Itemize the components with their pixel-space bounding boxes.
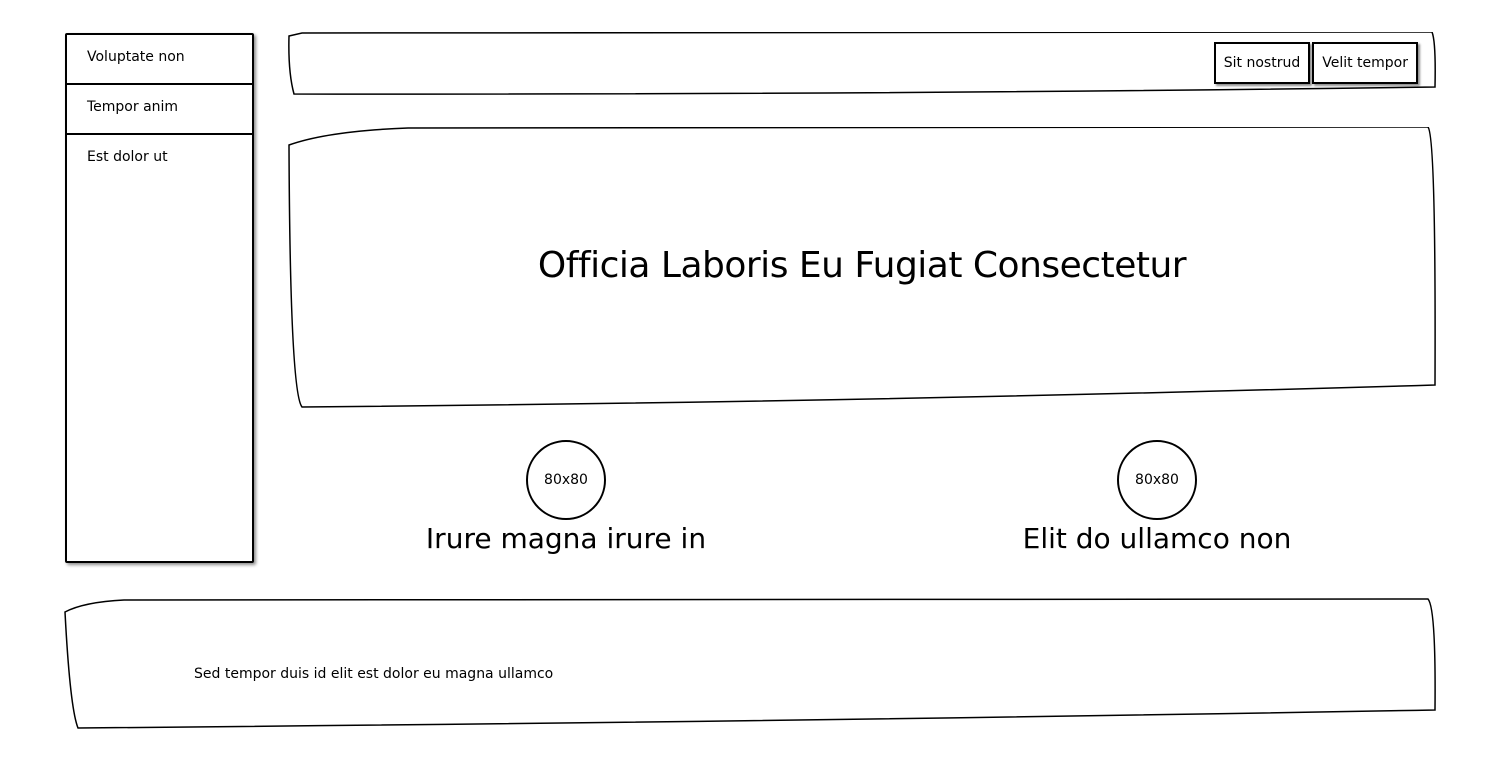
sidebar-item-tempor-anim[interactable]: Tempor anim [67, 85, 252, 135]
sidebar-item-voluptate-non[interactable]: Voluptate non [67, 35, 252, 85]
feature-title: Elit do ullamco non [1022, 522, 1292, 555]
button-label: Velit tempor [1322, 55, 1408, 71]
footer-outline [64, 598, 1436, 729]
header-bar: Sit nostrud Velit tempor [288, 32, 1436, 95]
button-label: Sit nostrud [1223, 55, 1301, 71]
image-placeholder-label: 80x80 [544, 472, 588, 488]
sidebar-item-label: Est dolor ut [87, 149, 168, 165]
feature-card: 80x80 Irure magna irure in [366, 440, 766, 555]
page: Voluptate non Tempor anim Est dolor ut S… [0, 0, 1500, 762]
feature-card: 80x80 Elit do ullamco non [957, 440, 1357, 555]
sidebar-item-est-dolor-ut[interactable]: Est dolor ut [67, 135, 252, 185]
sidebar: Voluptate non Tempor anim Est dolor ut [65, 33, 254, 563]
image-placeholder-label: 80x80 [1135, 472, 1179, 488]
sidebar-item-label: Voluptate non [87, 49, 185, 65]
header-button-group: Sit nostrud Velit tempor [1213, 42, 1418, 84]
hero-title: Officia Laboris Eu Fugiat Consectetur [537, 245, 1187, 286]
footer-text: Sed tempor duis id elit est dolor eu mag… [194, 666, 554, 682]
image-placeholder: 80x80 [1117, 440, 1197, 520]
sit-nostrud-button[interactable]: Sit nostrud [1213, 42, 1311, 84]
image-placeholder: 80x80 [526, 440, 606, 520]
footer: Sed tempor duis id elit est dolor eu mag… [64, 598, 1436, 730]
sidebar-item-label: Tempor anim [87, 99, 179, 115]
hero-section: Officia Laboris Eu Fugiat Consectetur [288, 127, 1436, 409]
velit-tempor-button[interactable]: Velit tempor [1312, 42, 1418, 84]
feature-title: Irure magna irure in [425, 522, 707, 555]
